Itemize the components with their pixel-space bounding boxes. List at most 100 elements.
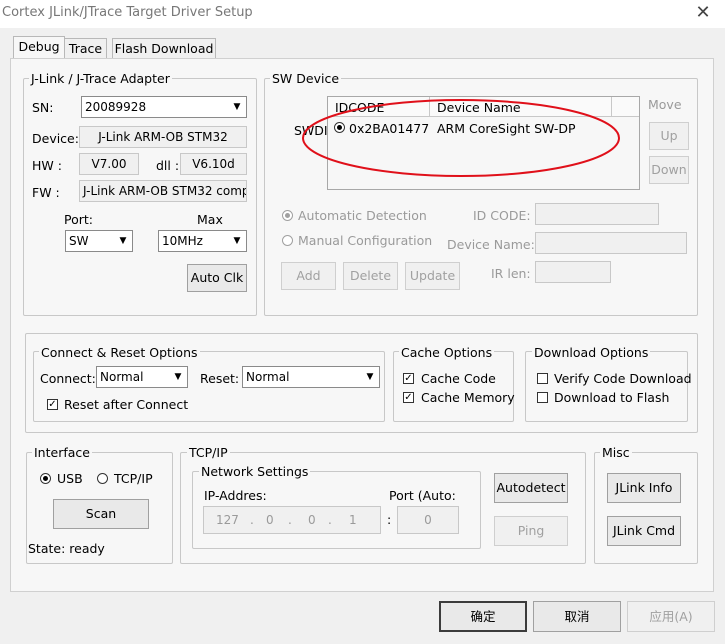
download-options-group-title: Download Options: [532, 345, 651, 360]
state-text: State: ready: [28, 541, 105, 556]
cache-options-group-title: Cache Options: [399, 345, 495, 360]
annotation-ellipse: [302, 99, 620, 177]
cache-memory-checkbox[interactable]: ✓: [403, 392, 414, 403]
port-label: Port:: [64, 212, 93, 227]
ip-dot: .: [328, 513, 332, 527]
misc-group: [594, 452, 698, 564]
device-name-label: Device Name:: [447, 237, 535, 252]
ip-address-field[interactable]: 127 . 0 . 0 . 1: [203, 506, 381, 534]
device-name-field[interactable]: [535, 232, 687, 254]
down-button[interactable]: Down: [649, 156, 689, 184]
window-title: Cortex JLink/JTrace Target Driver Setup: [2, 5, 253, 20]
misc-group-title: Misc: [600, 445, 632, 460]
cache-memory-label: Cache Memory: [421, 390, 515, 405]
download-to-flash-checkbox[interactable]: [537, 392, 548, 403]
sn-label: SN:: [32, 100, 54, 115]
update-button[interactable]: Update: [405, 262, 460, 290]
fw-field: J-Link ARM-OB STM32 comp: [79, 180, 247, 202]
connect-select[interactable]: Normal ▼: [96, 366, 188, 388]
fw-label: FW :: [32, 185, 60, 200]
cache-code-label: Cache Code: [421, 371, 496, 386]
ip-dot: .: [250, 513, 254, 527]
verify-code-download-checkbox[interactable]: [537, 373, 548, 384]
usb-label: USB: [57, 471, 83, 486]
interface-group-title: Interface: [32, 445, 92, 460]
hw-label: HW :: [32, 158, 62, 173]
sn-value: 20089928: [85, 100, 147, 114]
dll-label: dll :: [156, 158, 180, 173]
sn-select[interactable]: 20089928 ▼: [81, 96, 247, 118]
ok-button[interactable]: 确定: [439, 601, 527, 632]
id-code-field[interactable]: [535, 203, 659, 225]
manual-configuration-label: Manual Configuration: [298, 233, 433, 248]
close-icon[interactable]: ✕: [688, 3, 718, 23]
cancel-button[interactable]: 取消: [533, 601, 621, 632]
usb-radio[interactable]: [40, 473, 51, 484]
ping-button[interactable]: Ping: [494, 516, 568, 546]
id-code-label: ID CODE:: [473, 208, 531, 223]
adapter-group-title: J-Link / J-Trace Adapter: [29, 71, 172, 86]
chevron-down-icon: ▼: [233, 236, 241, 246]
annotation-ellipse-stroke: [302, 99, 620, 177]
device-field: J-Link ARM-OB STM32: [79, 126, 247, 148]
tcpip-radio[interactable]: [97, 473, 108, 484]
hw-field: V7.00: [79, 153, 139, 175]
chevron-down-icon: ▼: [119, 236, 127, 246]
reset-select[interactable]: Normal ▼: [242, 366, 380, 388]
cache-options-group: [393, 351, 514, 422]
chevron-down-icon: ▼: [366, 372, 374, 382]
max-select[interactable]: 10MHz ▼: [158, 230, 247, 252]
delete-button[interactable]: Delete: [343, 262, 398, 290]
max-value: 10MHz: [162, 234, 203, 248]
jlink-cmd-button[interactable]: JLink Cmd: [607, 516, 681, 546]
port-value: SW: [69, 234, 89, 248]
ip-octet-1: 127: [216, 513, 239, 527]
port-auto-label: Port (Auto:: [389, 488, 456, 503]
port-colon: :: [387, 512, 392, 527]
automatic-detection-label: Automatic Detection: [298, 208, 427, 223]
tab-flash-download[interactable]: Flash Download: [112, 38, 216, 59]
port-field[interactable]: 0: [397, 506, 459, 534]
reset-value: Normal: [246, 370, 290, 384]
auto-clk-button[interactable]: Auto Clk: [187, 264, 247, 292]
chevron-down-icon: ▼: [174, 372, 182, 382]
apply-button[interactable]: 应用(A): [627, 601, 715, 632]
tab-debug[interactable]: Debug: [13, 36, 65, 59]
download-options-group: [525, 351, 688, 422]
verify-code-download-label: Verify Code Download: [554, 371, 692, 386]
device-label: Device:: [32, 131, 79, 146]
reset-label: Reset:: [200, 371, 240, 386]
ip-octet-2: 0: [266, 513, 274, 527]
port-select[interactable]: SW ▼: [65, 230, 133, 252]
connect-reset-group-title: Connect & Reset Options: [39, 345, 200, 360]
up-button[interactable]: Up: [649, 122, 689, 150]
manual-configuration-radio[interactable]: [282, 235, 293, 246]
add-button[interactable]: Add: [281, 262, 336, 290]
cache-code-checkbox[interactable]: ✓: [403, 373, 414, 384]
jlink-info-button[interactable]: JLink Info: [607, 473, 681, 503]
reset-after-connect-label: Reset after Connect: [64, 397, 189, 412]
ir-len-field[interactable]: [535, 261, 611, 283]
autodetect-button[interactable]: Autodetect: [494, 473, 568, 503]
ip-octet-3: 0: [308, 513, 316, 527]
reset-after-connect-checkbox[interactable]: ✓: [47, 399, 58, 410]
network-settings-title: Network Settings: [199, 464, 311, 479]
connect-label: Connect:: [40, 371, 96, 386]
automatic-detection-radio[interactable]: [282, 210, 293, 221]
connect-value: Normal: [100, 370, 144, 384]
max-label: Max: [197, 212, 223, 227]
tab-trace[interactable]: Trace: [64, 38, 107, 59]
chevron-down-icon: ▼: [233, 102, 241, 112]
download-to-flash-label: Download to Flash: [554, 390, 670, 405]
title-bar: Cortex JLink/JTrace Target Driver Setup …: [0, 0, 725, 28]
ip-address-label: IP-Addres:: [204, 488, 267, 503]
ip-octet-4: 1: [349, 513, 357, 527]
scan-button[interactable]: Scan: [53, 499, 149, 529]
dll-field: V6.10d: [180, 153, 247, 175]
move-label: Move: [648, 97, 682, 112]
ip-dot: .: [288, 513, 292, 527]
tcpip-group-title: TCP/IP: [187, 445, 230, 460]
sw-device-group-title: SW Device: [270, 71, 342, 86]
ir-len-label: IR len:: [491, 266, 531, 281]
tcpip-radio-label: TCP/IP: [114, 471, 153, 486]
